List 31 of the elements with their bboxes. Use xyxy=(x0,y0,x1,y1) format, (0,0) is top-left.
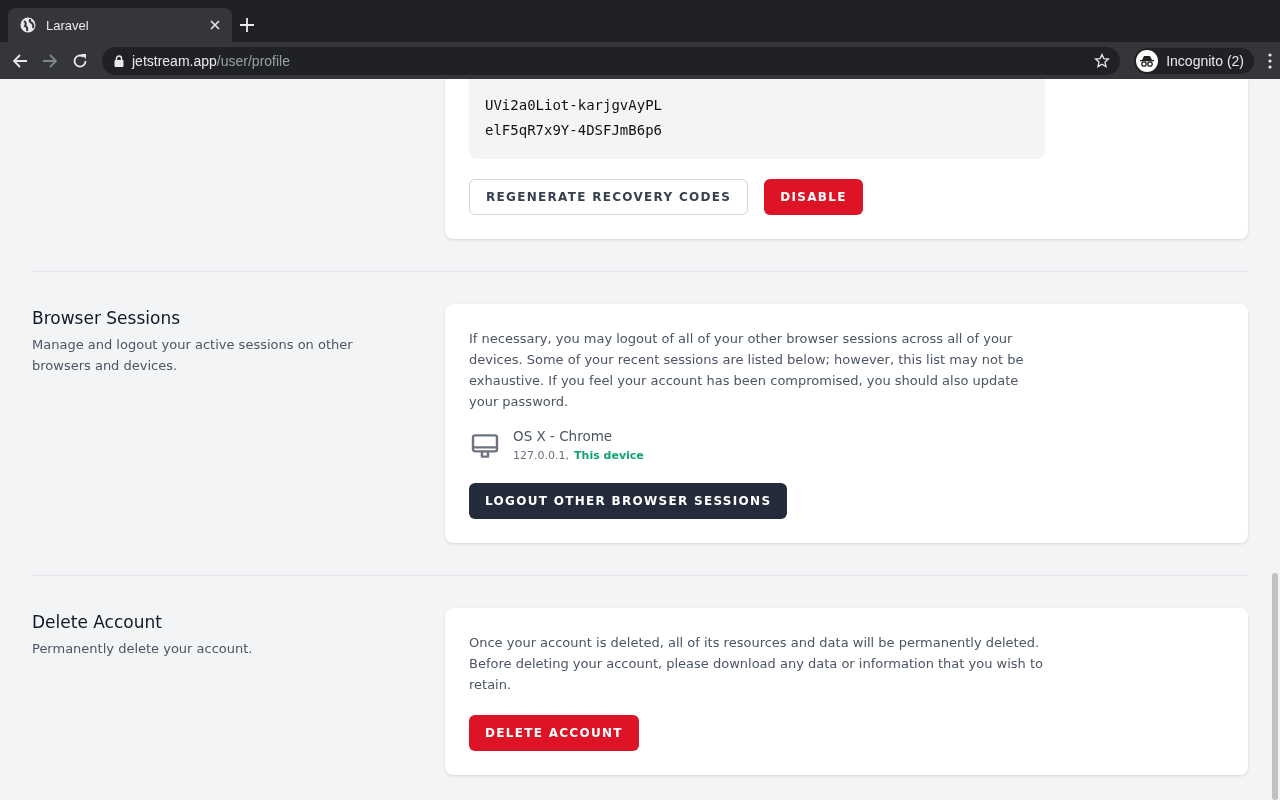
close-icon[interactable] xyxy=(210,20,220,30)
menu-icon[interactable] xyxy=(1268,52,1272,69)
new-tab-icon[interactable] xyxy=(240,18,254,32)
scrollbar-thumb[interactable] xyxy=(1272,573,1278,800)
section-title: Browser Sessions xyxy=(32,308,181,328)
section-description: Manage and logout your active sessions on other browsers and devices. xyxy=(32,336,354,375)
section-description: Permanently delete your account. xyxy=(32,640,254,658)
tab-title: Laravel xyxy=(46,17,90,33)
browser-tab[interactable]: Laravel xyxy=(8,8,232,42)
incognito-icon xyxy=(1139,54,1156,67)
session-note: This device xyxy=(574,449,644,462)
recovery-code: UVi2a0Liot-karjgvAyPL xyxy=(485,96,663,115)
session-ip: 127.0.0.1, xyxy=(513,449,569,462)
logout-sessions-button[interactable]: LOGOUT OTHER BROWSER SESSIONS xyxy=(469,483,788,519)
star-icon[interactable] xyxy=(1094,52,1111,69)
address-bar[interactable]: jetstream.app/user/profile xyxy=(102,46,1121,75)
disable-button[interactable]: DISABLE xyxy=(764,179,863,215)
profile-button[interactable]: Incognito (2) xyxy=(1134,47,1254,74)
back-icon[interactable] xyxy=(12,52,28,69)
lock-icon xyxy=(114,54,124,67)
globe-icon xyxy=(20,17,36,33)
forward-icon[interactable] xyxy=(42,52,58,69)
section-text: If necessary, you may logout of all of your other browser sessions across all of your devices. Some of your recent sessions are listed below; however, this list may not be exhaustive. If you feel your account has been compromised, you should also update your password. xyxy=(469,330,1025,411)
section-text: Once your account is deleted, all of its resources and data will be permanently deleted. Before deleting your account, please download any data or information that you wish to retain. xyxy=(469,634,1044,694)
recovery-code: elF5qR7x9Y-4DSFJmB6p6 xyxy=(485,121,663,140)
url-text: jetstream.app/user/profile xyxy=(132,52,291,69)
section-title: Delete Account xyxy=(32,612,163,632)
regenerate-button[interactable]: REGENERATE RECOVERY CODES xyxy=(469,179,749,215)
reload-icon[interactable] xyxy=(72,52,88,69)
delete-account-button[interactable]: DELETE ACCOUNT xyxy=(469,715,639,751)
session-device: OS X - Chrome xyxy=(513,428,614,444)
